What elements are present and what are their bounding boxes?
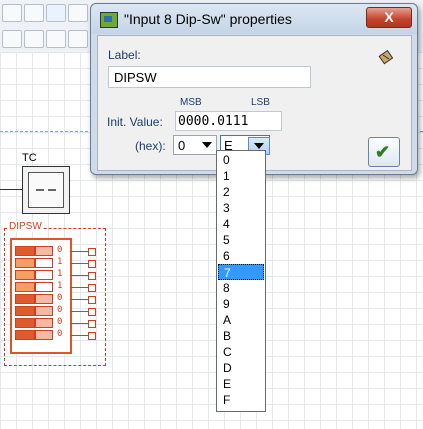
stop-icon[interactable]: [68, 4, 88, 22]
toolbar-button-6[interactable]: [24, 30, 44, 48]
dip-value: 1: [57, 281, 63, 291]
dialog-title: "Input 8 Dip-Sw" properties: [124, 11, 292, 27]
dip-switch-row[interactable]: [15, 306, 53, 316]
dropdown-option[interactable]: D: [218, 360, 264, 376]
dip-value: 0: [57, 329, 63, 339]
chevron-down-icon: [202, 142, 212, 148]
dipsw-label: DIPSW: [8, 221, 43, 232]
dip-pin[interactable]: [88, 260, 96, 268]
dip-value: 0: [57, 305, 63, 315]
tc-label: TC: [22, 152, 37, 164]
chip-icon: [100, 12, 118, 28]
hex-low-dropdown-list[interactable]: 0 1 2 3 4 5 6 7 8 9 A B C D E F: [216, 150, 266, 412]
label-input[interactable]: DIPSW: [108, 66, 311, 88]
dip-switch-row[interactable]: [15, 258, 53, 268]
dip-pin[interactable]: [88, 320, 96, 328]
hex-caption: (hex):: [135, 139, 166, 153]
dip-switch-row[interactable]: [15, 318, 53, 328]
dip-pin[interactable]: [88, 296, 96, 304]
dipsw-component[interactable]: 0 1 1 1 0 0 0 0: [10, 238, 72, 354]
dip-switch-row[interactable]: [15, 270, 53, 280]
tc-segment-right: [48, 189, 56, 191]
dropdown-option[interactable]: 1: [218, 168, 264, 184]
dip-pin-wire: [70, 287, 88, 288]
dip-value: 1: [57, 269, 63, 279]
dropdown-option[interactable]: 8: [218, 280, 264, 296]
dip-pin[interactable]: [88, 332, 96, 340]
chevron-down-icon: [254, 143, 264, 149]
dropdown-option[interactable]: 4: [218, 216, 264, 232]
hex-high-select[interactable]: 0: [173, 135, 217, 155]
toolbar-button-1[interactable]: [2, 4, 22, 22]
tc-display: [28, 172, 64, 208]
dialog-title-bar[interactable]: "Input 8 Dip-Sw" properties X: [91, 4, 417, 34]
dip-value: 0: [57, 245, 63, 255]
dropdown-option[interactable]: C: [218, 344, 264, 360]
dropdown-option-selected[interactable]: 7: [218, 264, 264, 280]
toolbar-button-7[interactable]: [46, 30, 66, 48]
dip-pin-wire: [70, 311, 88, 312]
label-caption: Label:: [108, 48, 141, 62]
dropdown-option[interactable]: 0: [218, 152, 264, 168]
eraser-icon[interactable]: [378, 49, 396, 65]
dip-pin[interactable]: [88, 308, 96, 316]
dip-pin-wire: [70, 263, 88, 264]
toolbar-button-8[interactable]: [68, 30, 88, 48]
dip-pin[interactable]: [88, 272, 96, 280]
init-value-input[interactable]: 0000.0111: [175, 111, 282, 131]
check-icon: ✔: [375, 142, 391, 162]
ok-button[interactable]: ✔: [368, 137, 400, 167]
dropdown-option[interactable]: 2: [218, 184, 264, 200]
dip-pin[interactable]: [88, 284, 96, 292]
dip-switch-row[interactable]: [15, 282, 53, 292]
dip-value: 0: [57, 317, 63, 327]
dip-pin-wire: [70, 335, 88, 336]
dip-switch-row[interactable]: [15, 294, 53, 304]
lsb-label: LSB: [251, 97, 270, 108]
dropdown-option[interactable]: E: [218, 376, 264, 392]
tc-wire: [0, 189, 22, 190]
tc-segment-left: [36, 189, 44, 191]
dip-switch-row[interactable]: [15, 246, 53, 256]
play-icon[interactable]: [46, 4, 66, 22]
dip-value: 1: [57, 257, 63, 267]
dip-value: 0: [57, 293, 63, 303]
hex-high-value: 0: [178, 138, 186, 153]
msb-label: MSB: [180, 97, 202, 108]
tc-component[interactable]: [22, 166, 70, 214]
dropdown-option[interactable]: B: [218, 328, 264, 344]
close-button[interactable]: X: [366, 7, 412, 28]
dropdown-option[interactable]: F: [218, 392, 264, 408]
dip-pin-wire: [70, 275, 88, 276]
dip-pin-wire: [70, 323, 88, 324]
dip-pin[interactable]: [88, 248, 96, 256]
dip-pin-wire: [70, 299, 88, 300]
dropdown-option[interactable]: 9: [218, 296, 264, 312]
toolbar-button-5[interactable]: [2, 30, 22, 48]
dropdown-option[interactable]: 5: [218, 232, 264, 248]
dip-pin-wire: [70, 251, 88, 252]
dropdown-option[interactable]: 6: [218, 248, 264, 264]
dropdown-option[interactable]: 3: [218, 200, 264, 216]
dip-switch-row[interactable]: [15, 330, 53, 340]
toolbar-button-2[interactable]: [24, 4, 44, 22]
init-value-caption: Init. Value:: [107, 115, 163, 129]
dropdown-option[interactable]: A: [218, 312, 264, 328]
